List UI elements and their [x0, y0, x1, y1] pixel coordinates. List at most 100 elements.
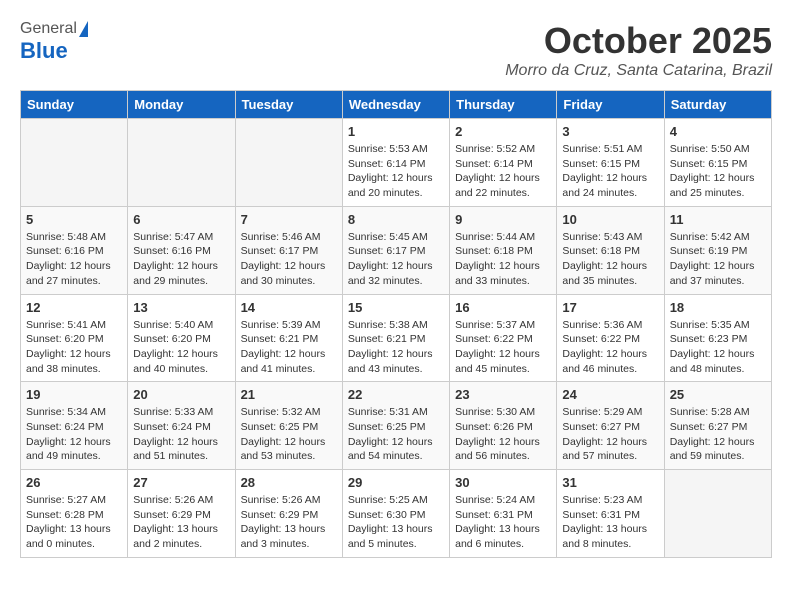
day-info: Sunrise: 5:31 AM Sunset: 6:25 PM Dayligh… [348, 405, 444, 464]
day-number: 14 [241, 300, 337, 315]
day-cell-28: 28Sunrise: 5:26 AM Sunset: 6:29 PM Dayli… [235, 470, 342, 558]
day-cell-11: 11Sunrise: 5:42 AM Sunset: 6:19 PM Dayli… [664, 206, 771, 294]
day-number: 2 [455, 124, 551, 139]
day-info: Sunrise: 5:52 AM Sunset: 6:14 PM Dayligh… [455, 142, 551, 201]
day-info: Sunrise: 5:34 AM Sunset: 6:24 PM Dayligh… [26, 405, 122, 464]
day-number: 4 [670, 124, 766, 139]
day-number: 9 [455, 212, 551, 227]
day-number: 1 [348, 124, 444, 139]
location: Morro da Cruz, Santa Catarina, Brazil [505, 62, 772, 80]
day-number: 15 [348, 300, 444, 315]
day-cell-1: 1 Sunrise: 5:53 AM Sunset: 6:14 PM Daylig… [342, 119, 449, 207]
day-cell-24: 24 Sunrise: 5:29 AM Sunset: 6:27 PM Dayli… [557, 382, 664, 470]
day-cell-2: 2 Sunrise: 5:52 AM Sunset: 6:14 PM Daylig… [450, 119, 557, 207]
weekday-header-tuesday: Tuesday [235, 91, 342, 119]
day-number: 11 [670, 212, 766, 227]
day-cell-23: 23Sunrise: 5:30 AM Sunset: 6:26 PM Dayli… [450, 382, 557, 470]
week-row-4: 19 Sunrise: 5:34 AM Sunset: 6:24 PM Dayli… [21, 382, 772, 470]
logo-general-text: General [20, 20, 77, 38]
day-cell-5: 5 Sunrise: 5:48 AM Sunset: 6:16 PM Daylig… [21, 206, 128, 294]
day-number: 23 [455, 387, 551, 402]
day-cell-8: 8 Sunrise: 5:45 AM Sunset: 6:17 PM Daylig… [342, 206, 449, 294]
weekday-header-saturday: Saturday [664, 91, 771, 119]
page-header: General Blue October 2025 Morro da Cruz,… [20, 20, 772, 80]
day-info: Sunrise: 5:25 AM Sunset: 6:30 PM Dayligh… [348, 493, 444, 552]
day-info: Sunrise: 5:38 AM Sunset: 6:21 PM Dayligh… [348, 318, 444, 377]
day-cell-17: 17 Sunrise: 5:36 AM Sunset: 6:22 PM Dayli… [557, 294, 664, 382]
week-row-2: 5 Sunrise: 5:48 AM Sunset: 6:16 PM Daylig… [21, 206, 772, 294]
logo-blue-text: Blue [20, 38, 68, 64]
empty-cell [235, 119, 342, 207]
day-cell-29: 29 Sunrise: 5:25 AM Sunset: 6:30 PM Dayli… [342, 470, 449, 558]
day-number: 8 [348, 212, 444, 227]
day-number: 25 [670, 387, 766, 402]
day-number: 19 [26, 387, 122, 402]
day-cell-27: 27 Sunrise: 5:26 AM Sunset: 6:29 PM Dayli… [128, 470, 235, 558]
day-number: 20 [133, 387, 229, 402]
day-cell-13: 13 Sunrise: 5:40 AM Sunset: 6:20 PM Dayli… [128, 294, 235, 382]
weekday-header-wednesday: Wednesday [342, 91, 449, 119]
day-cell-25: 25 Sunrise: 5:28 AM Sunset: 6:27 PM Dayli… [664, 382, 771, 470]
day-info: Sunrise: 5:32 AM Sunset: 6:25 PM Dayligh… [241, 405, 337, 464]
day-info: Sunrise: 5:45 AM Sunset: 6:17 PM Dayligh… [348, 230, 444, 289]
week-row-3: 12 Sunrise: 5:41 AM Sunset: 6:20 PM Dayli… [21, 294, 772, 382]
day-info: Sunrise: 5:39 AM Sunset: 6:21 PM Dayligh… [241, 318, 337, 377]
day-number: 21 [241, 387, 337, 402]
day-info: Sunrise: 5:24 AM Sunset: 6:31 PM Dayligh… [455, 493, 551, 552]
day-info: Sunrise: 5:29 AM Sunset: 6:27 PM Dayligh… [562, 405, 658, 464]
title-block: October 2025 Morro da Cruz, Santa Catari… [505, 20, 772, 80]
day-info: Sunrise: 5:26 AM Sunset: 6:29 PM Dayligh… [133, 493, 229, 552]
day-cell-30: 30Sunrise: 5:24 AM Sunset: 6:31 PM Dayli… [450, 470, 557, 558]
day-number: 5 [26, 212, 122, 227]
day-cell-20: 20Sunrise: 5:33 AM Sunset: 6:24 PM Dayli… [128, 382, 235, 470]
weekday-header-friday: Friday [557, 91, 664, 119]
day-number: 3 [562, 124, 658, 139]
day-number: 22 [348, 387, 444, 402]
day-info: Sunrise: 5:28 AM Sunset: 6:27 PM Dayligh… [670, 405, 766, 464]
day-info: Sunrise: 5:27 AM Sunset: 6:28 PM Dayligh… [26, 493, 122, 552]
day-info: Sunrise: 5:36 AM Sunset: 6:22 PM Dayligh… [562, 318, 658, 377]
calendar-table: SundayMondayTuesdayWednesdayThursdayFrid… [20, 90, 772, 558]
day-number: 26 [26, 475, 122, 490]
day-number: 27 [133, 475, 229, 490]
day-info: Sunrise: 5:35 AM Sunset: 6:23 PM Dayligh… [670, 318, 766, 377]
day-info: Sunrise: 5:37 AM Sunset: 6:22 PM Dayligh… [455, 318, 551, 377]
week-row-1: 1 Sunrise: 5:53 AM Sunset: 6:14 PM Daylig… [21, 119, 772, 207]
day-cell-3: 3 Sunrise: 5:51 AM Sunset: 6:15 PM Daylig… [557, 119, 664, 207]
day-number: 24 [562, 387, 658, 402]
day-info: Sunrise: 5:43 AM Sunset: 6:18 PM Dayligh… [562, 230, 658, 289]
day-number: 18 [670, 300, 766, 315]
day-number: 16 [455, 300, 551, 315]
day-info: Sunrise: 5:53 AM Sunset: 6:14 PM Dayligh… [348, 142, 444, 201]
day-number: 17 [562, 300, 658, 315]
day-info: Sunrise: 5:50 AM Sunset: 6:15 PM Dayligh… [670, 142, 766, 201]
day-cell-22: 22 Sunrise: 5:31 AM Sunset: 6:25 PM Dayli… [342, 382, 449, 470]
day-cell-10: 10Sunrise: 5:43 AM Sunset: 6:18 PM Dayli… [557, 206, 664, 294]
day-info: Sunrise: 5:41 AM Sunset: 6:20 PM Dayligh… [26, 318, 122, 377]
day-cell-15: 15 Sunrise: 5:38 AM Sunset: 6:21 PM Dayli… [342, 294, 449, 382]
day-info: Sunrise: 5:46 AM Sunset: 6:17 PM Dayligh… [241, 230, 337, 289]
day-number: 13 [133, 300, 229, 315]
day-cell-12: 12 Sunrise: 5:41 AM Sunset: 6:20 PM Dayli… [21, 294, 128, 382]
day-number: 6 [133, 212, 229, 227]
day-cell-21: 21 Sunrise: 5:32 AM Sunset: 6:25 PM Dayli… [235, 382, 342, 470]
empty-cell [664, 470, 771, 558]
day-info: Sunrise: 5:48 AM Sunset: 6:16 PM Dayligh… [26, 230, 122, 289]
day-cell-18: 18 Sunrise: 5:35 AM Sunset: 6:23 PM Dayli… [664, 294, 771, 382]
empty-cell [21, 119, 128, 207]
day-info: Sunrise: 5:40 AM Sunset: 6:20 PM Dayligh… [133, 318, 229, 377]
day-cell-26: 26 Sunrise: 5:27 AM Sunset: 6:28 PM Dayli… [21, 470, 128, 558]
empty-cell [128, 119, 235, 207]
day-number: 28 [241, 475, 337, 490]
week-row-5: 26 Sunrise: 5:27 AM Sunset: 6:28 PM Dayli… [21, 470, 772, 558]
day-info: Sunrise: 5:47 AM Sunset: 6:16 PM Dayligh… [133, 230, 229, 289]
day-number: 29 [348, 475, 444, 490]
day-number: 31 [562, 475, 658, 490]
day-info: Sunrise: 5:51 AM Sunset: 6:15 PM Dayligh… [562, 142, 658, 201]
weekday-header-sunday: Sunday [21, 91, 128, 119]
logo: General Blue [20, 20, 88, 64]
day-number: 12 [26, 300, 122, 315]
day-cell-4: 4 Sunrise: 5:50 AM Sunset: 6:15 PM Daylig… [664, 119, 771, 207]
day-cell-16: 16 Sunrise: 5:37 AM Sunset: 6:22 PM Dayli… [450, 294, 557, 382]
day-info: Sunrise: 5:23 AM Sunset: 6:31 PM Dayligh… [562, 493, 658, 552]
